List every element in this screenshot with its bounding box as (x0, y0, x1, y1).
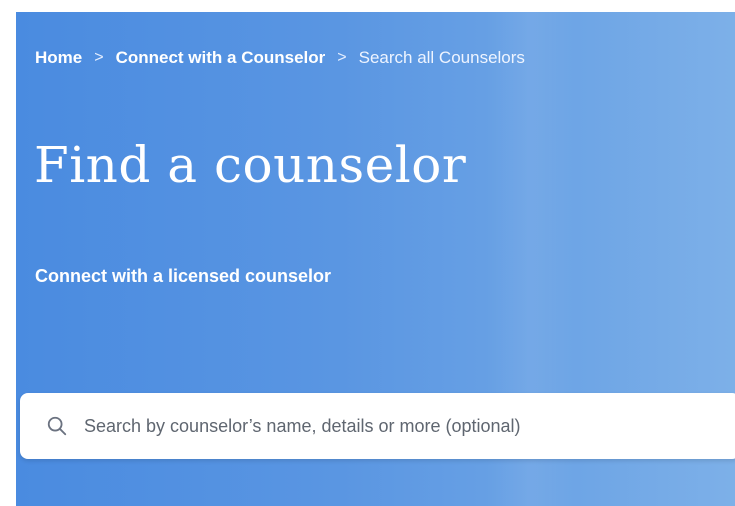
breadcrumb-connect-link[interactable]: Connect with a Counselor (116, 48, 326, 68)
page-title: Find a counselor (34, 136, 467, 194)
breadcrumb-separator: > (94, 49, 104, 66)
page-subtitle: Connect with a licensed counselor (35, 266, 332, 286)
page: Home > Connect with a Counselor > Search… (0, 0, 735, 506)
breadcrumb: Home > Connect with a Counselor > Search… (35, 48, 525, 68)
search-input[interactable] (84, 415, 724, 437)
search-bar[interactable] (20, 393, 735, 459)
search-icon (47, 416, 67, 436)
breadcrumb-separator: > (337, 49, 347, 66)
breadcrumb-current: Search all Counselors (358, 48, 525, 67)
breadcrumb-home-link[interactable]: Home (35, 48, 82, 68)
